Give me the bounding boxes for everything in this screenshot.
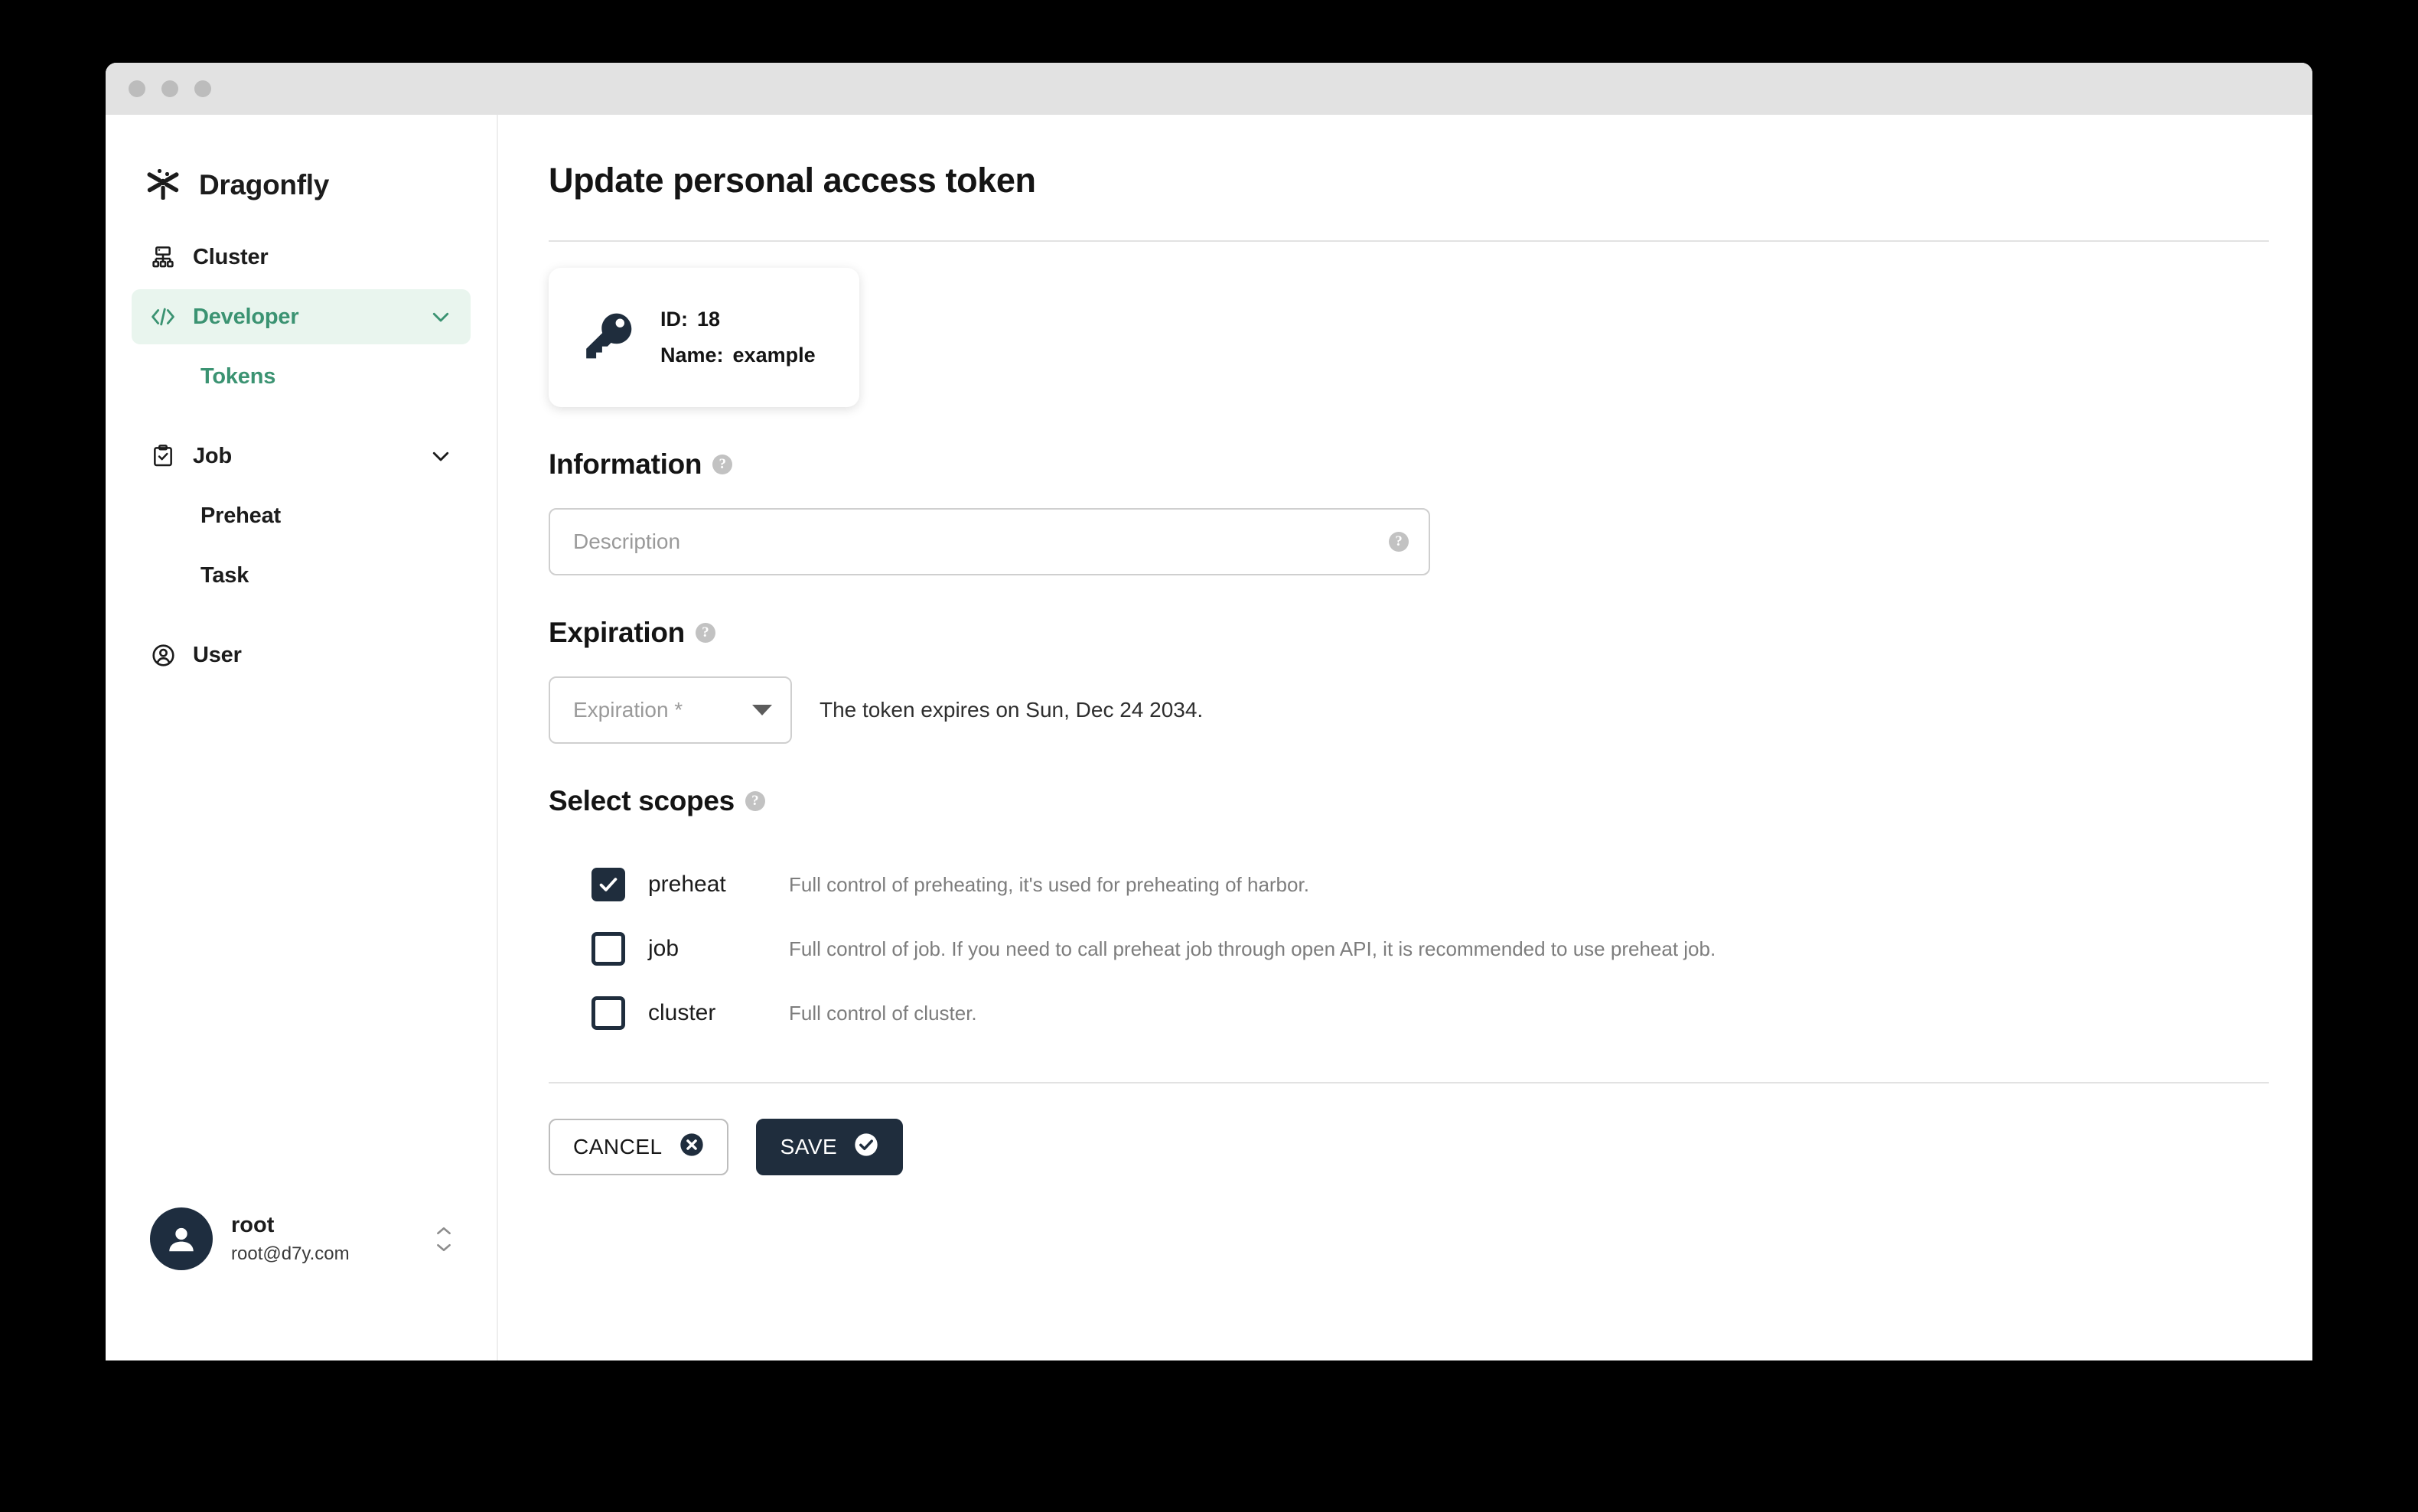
scope-name: preheat bbox=[648, 872, 726, 897]
close-dot[interactable] bbox=[129, 80, 145, 97]
description-placeholder: Description bbox=[573, 530, 681, 553]
description-input[interactable]: Description ? bbox=[549, 508, 1430, 575]
scopes-section-header: Select scopes ? bbox=[549, 785, 2262, 817]
actions-divider bbox=[549, 1082, 2269, 1083]
token-name-line: Name: example bbox=[660, 344, 816, 367]
checkbox-job[interactable] bbox=[591, 932, 625, 966]
sidebar-item-developer[interactable]: Developer bbox=[132, 289, 471, 344]
token-id-line: ID: 18 bbox=[660, 308, 816, 331]
sidebar-item-user[interactable]: User bbox=[132, 627, 471, 683]
information-section-header: Information ? bbox=[549, 448, 2262, 481]
clipboard-check-icon bbox=[148, 442, 178, 471]
help-icon[interactable]: ? bbox=[695, 623, 715, 643]
action-buttons: CANCEL SAVE bbox=[549, 1119, 2262, 1175]
brand[interactable]: Dragonfly bbox=[106, 115, 497, 211]
checkbox-cluster[interactable] bbox=[591, 996, 625, 1030]
sidebar-item-label: User bbox=[193, 642, 242, 667]
help-icon[interactable]: ? bbox=[712, 455, 733, 474]
scopes-list: preheat Full control of preheating, it's… bbox=[549, 852, 2262, 1045]
scope-row-preheat: preheat Full control of preheating, it's… bbox=[549, 852, 2262, 917]
sidebar-item-cluster[interactable]: Cluster bbox=[132, 230, 471, 285]
expiration-row: Expiration * The token expires on Sun, D… bbox=[549, 676, 2262, 744]
scope-name: cluster bbox=[648, 1000, 716, 1025]
token-info-card: ID: 18 Name: example bbox=[549, 268, 859, 407]
token-id-value: 18 bbox=[697, 308, 721, 331]
check-circle-icon bbox=[854, 1132, 878, 1162]
sidebar-item-job[interactable]: Job bbox=[132, 429, 471, 484]
sidebar-item-label: Tokens bbox=[200, 363, 276, 389]
brand-name: Dragonfly bbox=[199, 169, 329, 200]
expiration-section-header: Expiration ? bbox=[549, 617, 2262, 649]
checkbox-preheat[interactable] bbox=[591, 868, 625, 901]
save-button-label: SAVE bbox=[780, 1135, 838, 1158]
save-button[interactable]: SAVE bbox=[755, 1119, 904, 1175]
up-down-chevrons-icon[interactable] bbox=[434, 1226, 454, 1253]
avatar bbox=[150, 1207, 213, 1270]
scope-name: job bbox=[648, 936, 679, 961]
caret-down-icon bbox=[752, 705, 772, 715]
chevron-down-icon[interactable] bbox=[428, 304, 454, 330]
close-circle-icon bbox=[679, 1132, 704, 1162]
app-body: Dragonfly Cluster Developer Tokens Job P… bbox=[106, 115, 2312, 1360]
browser-window: Dragonfly Cluster Developer Tokens Job P… bbox=[106, 63, 2312, 1360]
sidebar: Dragonfly Cluster Developer Tokens Job P… bbox=[106, 115, 498, 1360]
cancel-button[interactable]: CANCEL bbox=[549, 1119, 728, 1175]
sidebar-item-label: Job bbox=[193, 443, 232, 468]
expiration-note: The token expires on Sun, Dec 24 2034. bbox=[820, 698, 1204, 722]
token-name-value: example bbox=[732, 344, 816, 367]
code-brackets-icon bbox=[148, 302, 178, 331]
window-titlebar bbox=[106, 63, 2312, 115]
nav-list: Cluster Developer Tokens Job Preheat Tas… bbox=[106, 211, 497, 687]
sidebar-item-label: Developer bbox=[193, 304, 299, 329]
expiration-select[interactable]: Expiration * bbox=[549, 676, 792, 744]
maximize-dot[interactable] bbox=[194, 80, 211, 97]
information-title: Information bbox=[549, 448, 702, 480]
scope-description: Full control of cluster. bbox=[789, 1001, 977, 1025]
title-divider bbox=[549, 240, 2269, 242]
scope-description: Full control of preheating, it's used fo… bbox=[789, 872, 1309, 896]
scope-description: Full control of job. If you need to call… bbox=[789, 937, 1716, 960]
sidebar-item-tokens[interactable]: Tokens bbox=[132, 349, 471, 404]
user-text: root root@d7y.com bbox=[231, 1213, 350, 1265]
user-email: root@d7y.com bbox=[231, 1243, 350, 1264]
page-title: Update personal access token bbox=[549, 161, 1036, 200]
sidebar-item-label: Preheat bbox=[200, 503, 281, 528]
token-id-label: ID: bbox=[660, 308, 688, 331]
sidebar-item-task[interactable]: Task bbox=[132, 548, 471, 603]
expiration-placeholder: Expiration * bbox=[573, 698, 683, 722]
user-name: root bbox=[231, 1213, 275, 1237]
key-icon bbox=[581, 308, 636, 367]
cancel-button-label: CANCEL bbox=[573, 1135, 663, 1158]
cluster-icon bbox=[148, 243, 178, 272]
scope-row-cluster: cluster Full control of cluster. bbox=[549, 981, 2262, 1045]
token-name-label: Name: bbox=[660, 344, 724, 367]
help-icon[interactable]: ? bbox=[745, 791, 765, 811]
dragonfly-logo bbox=[144, 166, 182, 204]
help-icon[interactable]: ? bbox=[1389, 532, 1409, 552]
scopes-title: Select scopes bbox=[549, 785, 735, 816]
sidebar-item-preheat[interactable]: Preheat bbox=[132, 488, 471, 543]
sidebar-item-label: Task bbox=[200, 562, 249, 588]
scope-row-job: job Full control of job. If you need to … bbox=[549, 917, 2262, 981]
user-circle-icon bbox=[148, 640, 178, 670]
minimize-dot[interactable] bbox=[161, 80, 178, 97]
sidebar-item-label: Cluster bbox=[193, 244, 269, 269]
main-content: Update personal access token ID: 18 Name… bbox=[498, 115, 2312, 1360]
token-key-values: ID: 18 Name: example bbox=[660, 308, 816, 367]
user-profile[interactable]: root root@d7y.com bbox=[106, 1207, 497, 1270]
expiration-title: Expiration bbox=[549, 617, 685, 648]
chevron-down-icon[interactable] bbox=[428, 443, 454, 469]
